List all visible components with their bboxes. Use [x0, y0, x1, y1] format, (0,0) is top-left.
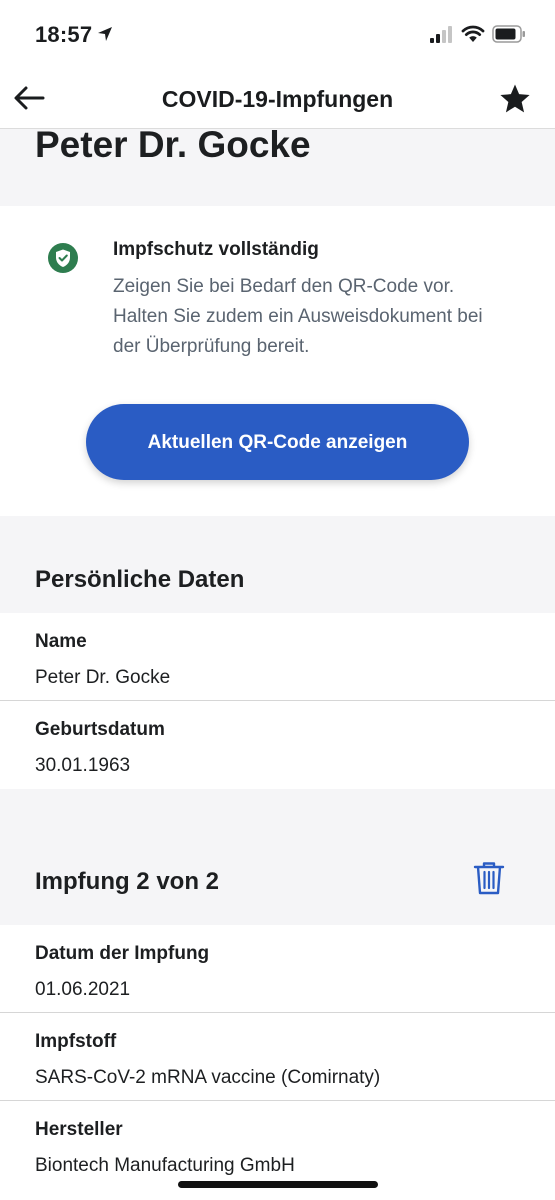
field-value: SARS-CoV-2 mRNA vaccine (Comirnaty) [35, 1067, 381, 1088]
navigation-bar: COVID-19-Impfungen [0, 70, 555, 129]
status-time: 18:57 [35, 22, 93, 47]
status-bar: 18:57 [0, 0, 555, 70]
cellular-signal-icon [430, 26, 452, 43]
field-value: 01.06.2021 [35, 979, 131, 1000]
location-arrow-icon [98, 27, 112, 41]
show-qr-code-button[interactable]: Aktuellen QR-Code anzeigen [86, 404, 469, 480]
wifi-icon [461, 25, 485, 42]
field-vaccination-date: Datum der Impfung 01.06.2021 [0, 925, 555, 1013]
battery-icon [492, 25, 525, 43]
field-value: 30.01.1963 [35, 755, 131, 776]
status-title: Impfschutz vollständig [113, 239, 319, 260]
page-title: COVID-19-Impfungen [161, 86, 394, 112]
star-icon[interactable] [498, 82, 532, 116]
check-shield-icon [48, 243, 78, 273]
section-title-personal-data: Persönliche Daten [35, 566, 245, 593]
trash-icon[interactable] [472, 860, 506, 896]
field-vaccine: Impfstoff SARS-CoV-2 mRNA vaccine (Comir… [0, 1013, 555, 1101]
field-label: Geburtsdatum [35, 719, 165, 740]
person-name-header: Peter Dr. Gocke [35, 124, 311, 165]
field-label: Name [35, 631, 87, 652]
home-indicator [178, 1181, 378, 1188]
field-value: Biontech Manufacturing GmbH [35, 1155, 295, 1176]
field-value: Peter Dr. Gocke [35, 667, 171, 688]
field-label: Hersteller [35, 1119, 123, 1140]
field-birth-date: Geburtsdatum 30.01.1963 [0, 701, 555, 789]
field-name: Name Peter Dr. Gocke [0, 613, 555, 701]
status-description: Zeigen Sie bei Bedarf den QR-Code vor. H… [113, 276, 483, 357]
vaccination-status-card: Impfschutz vollständig Zeigen Sie bei Be… [0, 206, 555, 516]
field-label: Datum der Impfung [35, 943, 210, 964]
section-title-vaccination: Impfung 2 von 2 [35, 868, 220, 895]
field-label: Impfstoff [35, 1031, 117, 1052]
